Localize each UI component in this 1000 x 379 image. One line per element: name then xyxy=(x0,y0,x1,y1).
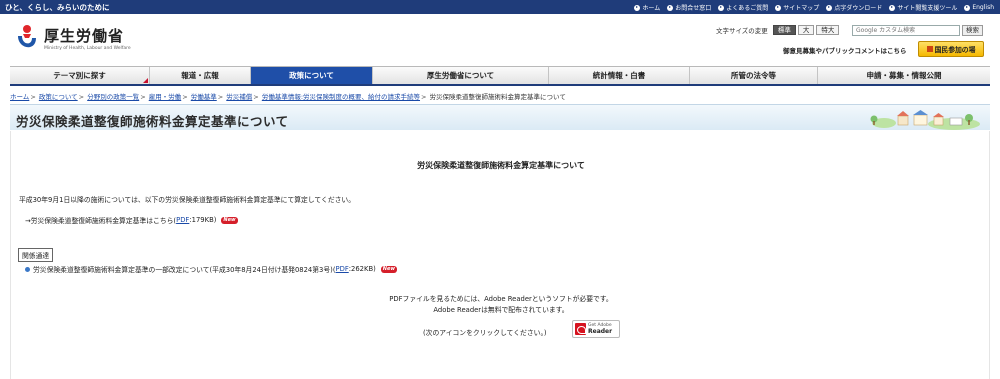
breadcrumb-separator: > xyxy=(421,93,427,101)
get-adobe-reader-button[interactable]: Get Adobe Reader xyxy=(572,320,620,338)
tagline: ひと、くらし、みらいのために xyxy=(5,3,110,12)
related-pdf-size: :262KB) xyxy=(348,265,376,273)
bullet-icon xyxy=(25,266,30,272)
breadcrumb-link[interactable]: ホーム xyxy=(10,93,29,101)
breadcrumb-separator: > xyxy=(217,93,224,101)
utility-link-faq[interactable]: よくあるご質問 xyxy=(718,3,768,12)
site-header: 厚生労働省 Ministry of Health, Labour and Wel… xyxy=(0,14,1000,66)
breadcrumb-separator: > xyxy=(253,93,259,101)
content-heading: 労災保険柔道整復師施術料金算定基準について xyxy=(417,161,585,170)
pdf-note: PDFファイルを見るためには、Adobe Readerというソフトが必要です。 xyxy=(389,295,613,303)
breadcrumb-current: 労災保険柔道整復師施術料金算定基準について xyxy=(429,93,566,101)
utility-link-label: ホーム xyxy=(642,5,661,12)
adobe-reader-text: Get Adobe Reader xyxy=(588,323,612,335)
font-size-standard-button[interactable]: 標準 xyxy=(772,25,796,35)
utility-link-label: お問合せ窓口 xyxy=(675,5,712,12)
nav-label: テーマ別に探す xyxy=(53,71,106,80)
breadcrumb-link[interactable]: 雇用・労働 xyxy=(149,93,182,101)
nav-label: 所管の法令等 xyxy=(731,71,776,80)
arrow-circle-icon xyxy=(775,4,782,11)
breadcrumb-link[interactable]: 労働基準 xyxy=(191,93,217,101)
standard-pdf-link[interactable]: PDF xyxy=(176,216,189,224)
page-title-bar: 労災保険柔道整復師施術料金算定基準について xyxy=(10,104,990,130)
logo-subtitle: Ministry of Health, Labour and Welfare xyxy=(44,45,131,51)
breadcrumb-link[interactable]: 政策について xyxy=(39,93,78,101)
global-nav: テーマ別に探す 報道・広報 政策について 厚生労働省について 統計情報・白書 所… xyxy=(10,66,990,86)
breadcrumb-link[interactable]: 労災補償 xyxy=(226,93,252,101)
font-size-label: 文字サイズの変更 xyxy=(716,27,768,35)
nav-applications[interactable]: 申請・募集・情報公開 xyxy=(818,67,990,84)
pdf-note: Adobe Readerは無料で配布されています。 xyxy=(433,306,569,314)
breadcrumb-separator: > xyxy=(140,93,146,101)
breadcrumb-separator: > xyxy=(182,93,188,101)
nav-statistics[interactable]: 統計情報・白書 xyxy=(549,67,690,84)
nav-label: 報道・広報 xyxy=(181,71,219,80)
utility-link-label: サイトマップ xyxy=(783,5,820,12)
search-button[interactable]: 検索 xyxy=(962,25,983,36)
mhlw-logo-icon xyxy=(18,25,36,48)
arrow-circle-icon xyxy=(826,4,833,11)
utility-link-label: English xyxy=(972,4,994,11)
new-badge: New xyxy=(221,216,238,224)
standard-document-item: →労災保険柔道整復師施術料金算定基準はこちら( PDF :179KB) New xyxy=(25,215,238,225)
utility-link-contact[interactable]: お問合せ窓口 xyxy=(667,3,711,12)
utility-link-english[interactable]: English xyxy=(964,3,994,12)
utility-link-home[interactable]: ホーム xyxy=(634,3,660,12)
public-participation-button[interactable]: 国民参加の場 xyxy=(918,41,984,57)
utility-link-accessibility[interactable]: サイト閲覧支援ツール xyxy=(889,3,957,12)
arrow-circle-icon xyxy=(667,4,674,11)
main-content: 労災保険柔道整復師施術料金算定基準について 平成30年9月1日以降の施術について… xyxy=(10,131,990,379)
adobe-reader-name: Reader xyxy=(588,328,613,335)
related-notices-label: 関係通達 xyxy=(18,248,54,262)
standard-pdf-size: :179KB) xyxy=(189,216,217,224)
utility-link-sitemap[interactable]: サイトマップ xyxy=(775,3,819,12)
page-title: 労災保険柔道整復師施術料金算定基準について xyxy=(16,114,289,129)
breadcrumb-separator: > xyxy=(30,93,36,101)
nav-label: 申請・募集・情報公開 xyxy=(866,71,942,80)
arrow-circle-icon xyxy=(889,4,896,11)
corner-marker-icon xyxy=(143,78,148,83)
breadcrumb-separator: > xyxy=(78,93,85,101)
arrow-circle-icon xyxy=(964,4,971,11)
arrow-circle-icon xyxy=(634,4,641,11)
utility-link-braille[interactable]: 点字ダウンロード xyxy=(826,3,882,12)
top-bar: ひと、くらし、みらいのために ホーム お問合せ窓口 よくあるご質問 サイトマップ… xyxy=(0,0,1000,14)
square-icon xyxy=(926,46,933,52)
font-size-switcher: 文字サイズの変更 標準 大 特大 xyxy=(716,25,840,35)
related-pdf-link[interactable]: PDF xyxy=(335,265,348,273)
nav-press[interactable]: 報道・広報 xyxy=(150,67,251,84)
breadcrumb-link[interactable]: 分野別の政策一覧 xyxy=(87,93,139,101)
utility-link-label: 点字ダウンロード xyxy=(834,5,883,12)
site-logo[interactable]: 厚生労働省 Ministry of Health, Labour and Wel… xyxy=(14,24,131,54)
related-notice-item: 労災保険柔道整復師施術料金算定基準の一部改定について(平成30年8月24日付け基… xyxy=(25,264,397,274)
nav-policy[interactable]: 政策について xyxy=(251,67,373,84)
arrow-circle-icon xyxy=(718,4,725,11)
utility-link-label: よくあるご質問 xyxy=(726,5,769,12)
nav-about[interactable]: 厚生労働省について xyxy=(373,67,549,84)
public-comment-link[interactable]: 御意見募集やパブリックコメントはこちら xyxy=(783,45,907,55)
new-badge: New xyxy=(380,265,397,273)
standard-document-text: →労災保険柔道整復師施術料金算定基準はこちら( xyxy=(25,217,177,225)
site-search: 検索 xyxy=(852,25,983,36)
nav-label: 厚生労働省について xyxy=(426,71,495,80)
intro-text: 平成30年9月1日以降の施術については、以下の労災保険柔道整復師施術料金算定基準… xyxy=(19,196,356,204)
public-participation-label: 国民参加の場 xyxy=(934,46,976,54)
breadcrumb: ホーム> 政策について> 分野別の政策一覧> 雇用・労働> 労働基準> 労災補償… xyxy=(10,91,566,101)
nav-theme[interactable]: テーマ別に探す xyxy=(10,67,150,84)
nav-label: 政策について xyxy=(289,71,334,80)
font-size-xlarge-button[interactable]: 特大 xyxy=(816,25,840,35)
utility-links: ホーム お問合せ窓口 よくあるご質問 サイトマップ 点字ダウンロード サイト閲覧… xyxy=(634,3,994,12)
nav-label: 統計情報・白書 xyxy=(592,71,646,80)
search-input[interactable] xyxy=(852,25,960,36)
utility-link-label: サイト閲覧支援ツール xyxy=(897,5,958,12)
breadcrumb-link[interactable]: 労働基準情報:労災保険制度の概要、給付の請求手続等 xyxy=(262,93,420,101)
nav-laws[interactable]: 所管の法令等 xyxy=(690,67,818,84)
logo-title: 厚生労働省 xyxy=(44,26,125,45)
adobe-reader-icon xyxy=(575,323,586,335)
pdf-note: (次のアイコンをクリックしてください。) xyxy=(423,329,547,337)
town-illustration-icon xyxy=(870,110,980,130)
related-notice-text: 労災保険柔道整復師施術料金算定基準の一部改定について(平成30年8月24日付け基… xyxy=(33,266,336,274)
logo-text: 厚生労働省 Ministry of Health, Labour and Wel… xyxy=(44,26,131,51)
font-size-large-button[interactable]: 大 xyxy=(797,25,815,35)
